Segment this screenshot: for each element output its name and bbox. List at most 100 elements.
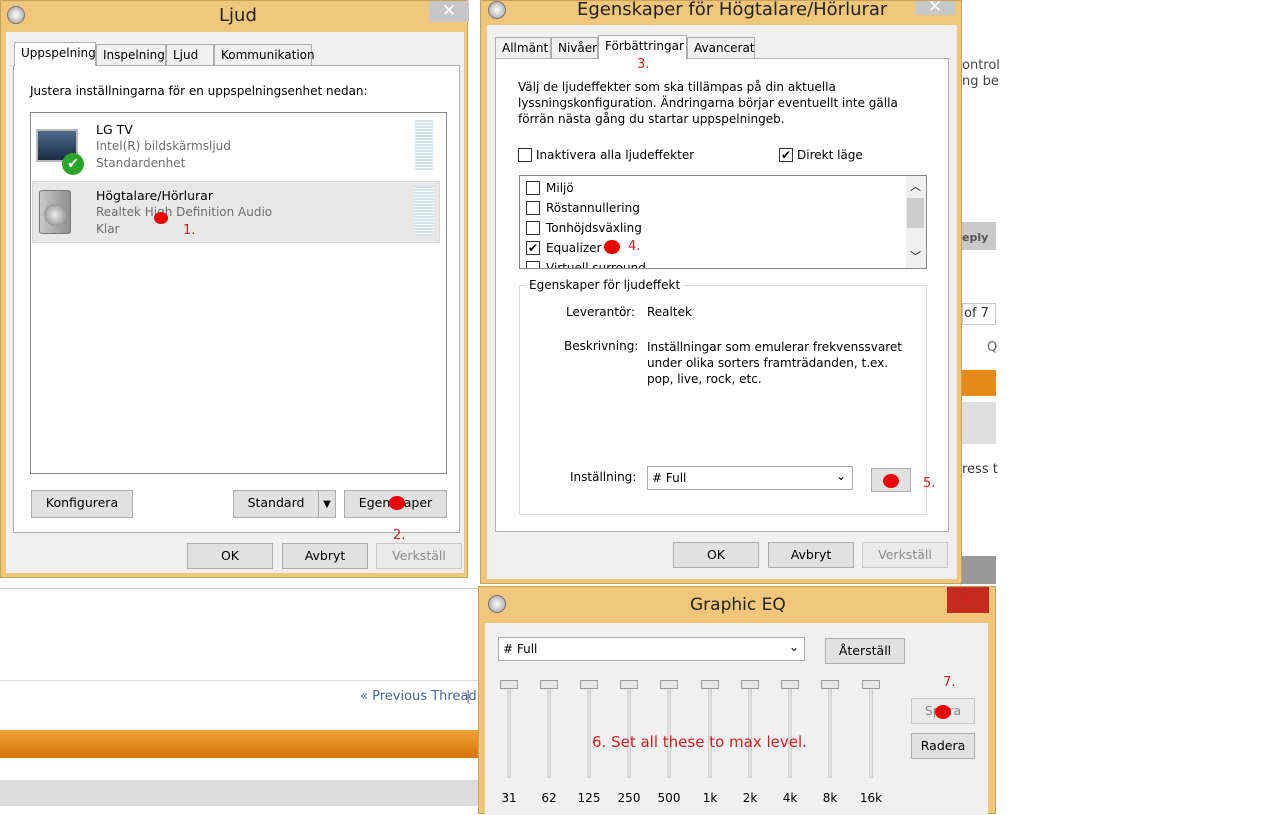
cancel-button[interactable]: Avbryt	[768, 542, 854, 568]
ok-button[interactable]: OK	[187, 543, 273, 569]
eq-slider-track[interactable]	[748, 683, 752, 778]
step-3-label: 3.	[637, 57, 650, 72]
standard-button[interactable]: Standard	[233, 490, 319, 518]
tab-nivaer[interactable]: Nivåer	[551, 37, 598, 59]
chevron-down-icon[interactable]: ﹀	[910, 248, 921, 264]
eq-slider-track[interactable]	[587, 683, 591, 778]
eq-preset-value: # Full	[503, 642, 538, 656]
ljud-tabpane: Justera inställningarna för en uppspelni…	[13, 65, 460, 533]
tab-forbattringar[interactable]: Förbättringar	[598, 35, 687, 59]
tab-ljud[interactable]: Ljud	[166, 44, 214, 66]
device-list[interactable]: ✔ LG TV Intel(R) bildskärmsljud Standard…	[30, 112, 447, 474]
apply-button[interactable]: Verkställ	[376, 543, 462, 569]
properties-close-button[interactable]: ✕	[915, 0, 955, 16]
effect-checkbox[interactable]: ✔	[526, 241, 540, 255]
effect-label: Miljö	[546, 181, 574, 195]
eq-slider-thumb[interactable]	[862, 680, 880, 689]
effect-checkbox[interactable]	[526, 201, 540, 215]
eq-slider-thumb[interactable]	[500, 680, 518, 689]
reset-button[interactable]: Återställ	[825, 638, 905, 664]
level-meter	[415, 120, 433, 170]
eq-band-label: 31	[501, 791, 517, 805]
eq-slider-thumb[interactable]	[701, 680, 719, 689]
tab-inspelning[interactable]: Inspelning	[96, 44, 166, 66]
tab-avancerat[interactable]: Avancerat	[687, 37, 755, 59]
eq-slider-thumb[interactable]	[781, 680, 799, 689]
effect-item[interactable]: Virtuell surround	[520, 258, 900, 269]
eq-band-label: 250	[617, 791, 641, 805]
annotation-dot	[389, 496, 405, 510]
disable-all-checkbox[interactable]	[518, 148, 532, 162]
eq-slider-track[interactable]	[788, 683, 792, 778]
tab-kommunikation[interactable]: Kommunikation	[214, 44, 315, 66]
eq-slider-track[interactable]	[667, 683, 671, 778]
effects-scrollbar[interactable]: ︿ ﹀	[906, 176, 926, 268]
tab-allmant[interactable]: Allmänt	[495, 37, 551, 59]
step-4-label: 4.	[628, 239, 641, 254]
thread-separator: |	[466, 689, 471, 704]
bg-orange-band	[0, 730, 478, 758]
effect-checkbox[interactable]	[526, 261, 540, 268]
annotation-dot	[935, 705, 951, 719]
properties-window: Egenskaper för Högtalare/Hörlurar ✕ Allm…	[480, 0, 962, 584]
equalizer-settings-button[interactable]	[871, 468, 911, 492]
device-status: Standardenhet	[96, 156, 186, 170]
eq-slider-track[interactable]	[627, 683, 631, 778]
speaker-app-icon	[488, 595, 506, 613]
eq-slider-track[interactable]	[547, 683, 551, 778]
configure-button[interactable]: Konfigurera	[31, 490, 133, 518]
device-name: Högtalare/Hörlurar	[96, 188, 213, 203]
eq-slider-thumb[interactable]	[741, 680, 759, 689]
eq-slider-track[interactable]	[708, 683, 712, 778]
chevron-down-icon: ⌄	[789, 640, 800, 654]
properties-tabpane: Välj de ljudeffekter som ska tillämpas p…	[495, 58, 949, 532]
eq-slider-thumb[interactable]	[540, 680, 558, 689]
description-label: Beskrivning:	[564, 339, 639, 353]
eq-close-button[interactable]: ✕	[947, 587, 989, 613]
effect-item[interactable]: Tonhöjdsväxling	[520, 218, 900, 238]
instruction-text: Justera inställningarna för en uppspelni…	[30, 84, 368, 98]
eq-slider-thumb[interactable]	[580, 680, 598, 689]
setting-label: Inställning:	[570, 470, 637, 484]
ljud-window: Ljud ✕ Uppspelning Inspelning Ljud Kommu…	[0, 0, 469, 578]
annotation-dot	[883, 474, 899, 488]
eq-slider-track[interactable]	[507, 683, 511, 778]
properties-client: Allmänt Nivåer Förbättringar Avancerat 3…	[487, 25, 957, 579]
bg-reply-text[interactable]: eply	[962, 231, 988, 244]
standard-dropdown-button[interactable]: ▼	[318, 490, 336, 518]
bg-text-press: ress t	[962, 462, 998, 477]
chevron-down-icon: ⌄	[836, 469, 847, 483]
direct-mode-label: Direkt läge	[797, 148, 863, 162]
eq-preset-select[interactable]: # Full ⌄	[498, 637, 805, 661]
eq-slider-track[interactable]	[828, 683, 832, 778]
effect-label: Virtuell surround	[546, 261, 646, 269]
delete-button[interactable]: Radera	[911, 733, 975, 759]
cancel-button[interactable]: Avbryt	[282, 543, 368, 569]
setting-select[interactable]: # Full ⌄	[647, 466, 853, 490]
ljud-close-button[interactable]: ✕	[429, 1, 469, 22]
scroll-thumb[interactable]	[907, 198, 924, 228]
eq-slider-track[interactable]	[869, 683, 873, 778]
device-lg-tv[interactable]: ✔ LG TV Intel(R) bildskärmsljud Standard…	[32, 116, 440, 178]
eq-slider-thumb[interactable]	[620, 680, 638, 689]
effects-list[interactable]: Miljö Röstannullering Tonhöjdsväxling ✔ …	[519, 175, 927, 269]
direct-mode-checkbox[interactable]: ✔	[779, 148, 793, 162]
supplier-value: Realtek	[647, 305, 692, 319]
eq-slider-thumb[interactable]	[821, 680, 839, 689]
eq-title: Graphic EQ	[690, 595, 786, 615]
effect-checkbox[interactable]	[526, 181, 540, 195]
effect-item[interactable]: Miljö	[520, 178, 900, 198]
effect-label: Equalizer	[546, 241, 602, 255]
effect-checkbox[interactable]	[526, 221, 540, 235]
device-hogtalare[interactable]: Högtalare/Hörlurar Realtek High Definiti…	[32, 181, 440, 243]
apply-button[interactable]: Verkställ	[862, 542, 948, 568]
effect-item[interactable]: ✔ Equalizer 4.	[520, 238, 900, 258]
eq-slider-thumb[interactable]	[660, 680, 678, 689]
effect-item[interactable]: Röstannullering	[520, 198, 900, 218]
ok-button[interactable]: OK	[673, 542, 759, 568]
chevron-up-icon[interactable]: ︿	[910, 178, 921, 194]
tab-uppspelning[interactable]: Uppspelning	[14, 42, 96, 66]
bg-text-control: ontrol	[962, 58, 1000, 73]
ljud-title: Ljud	[219, 5, 257, 26]
previous-thread-link[interactable]: « Previous Thread	[360, 689, 477, 704]
